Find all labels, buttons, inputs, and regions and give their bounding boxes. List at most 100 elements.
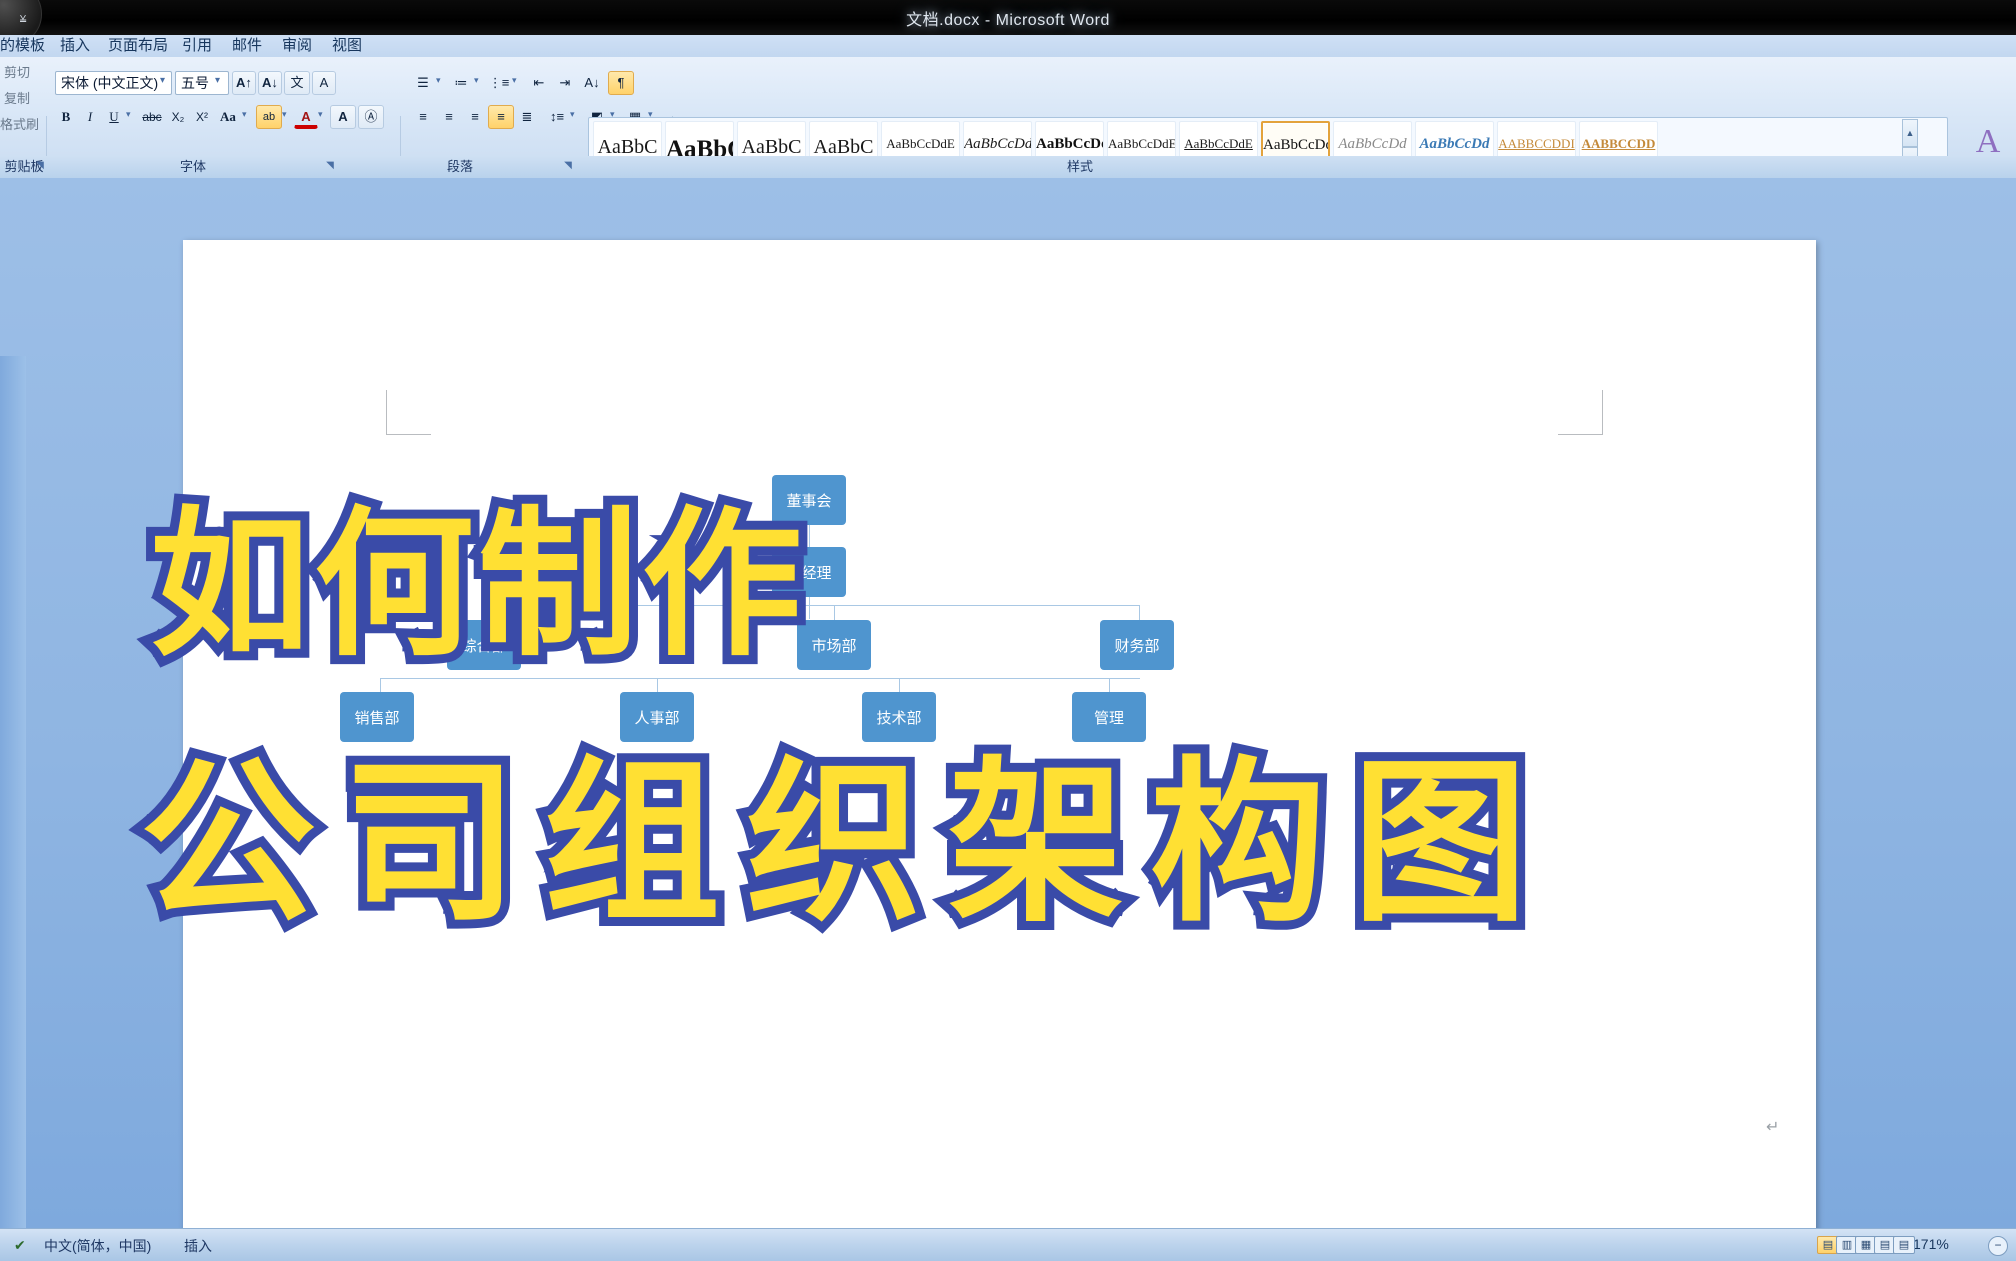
font-color-icon[interactable]: A bbox=[294, 105, 318, 129]
style-preview-7: AaBbCcDdE bbox=[1108, 136, 1175, 151]
numbering-icon[interactable]: ≔ bbox=[448, 71, 474, 95]
org-connector-5 bbox=[1139, 605, 1140, 620]
italic-button[interactable]: I bbox=[78, 105, 102, 129]
clear-formatting-icon[interactable]: A bbox=[312, 71, 336, 95]
bullets-icon[interactable]: ☰ bbox=[410, 71, 436, 95]
font-size-box[interactable]: 五号 bbox=[175, 71, 229, 95]
copy-button[interactable]: 复制 bbox=[4, 88, 30, 107]
margin-mark-top-right bbox=[1558, 390, 1603, 435]
enclose-character-icon[interactable]: Ⓐ bbox=[358, 105, 384, 129]
org-node-5[interactable]: 销售部 bbox=[340, 692, 414, 742]
subscript-button[interactable]: X₂ bbox=[166, 105, 190, 129]
style-preview-8: AaBbCcDdE bbox=[1184, 136, 1253, 151]
ribbon-tab-2[interactable]: 页面布局 bbox=[108, 35, 168, 57]
org-node-7[interactable]: 技术部 bbox=[862, 692, 936, 742]
zoom-out-button[interactable]: − bbox=[1988, 1236, 2008, 1256]
ribbon-tab-bar: 的模板 插入 页面布局 引用 邮件 审阅 视图 bbox=[0, 35, 2016, 58]
org-connector-2 bbox=[484, 605, 1140, 606]
justify-icon[interactable]: ≡ bbox=[488, 105, 514, 129]
chevron-down-icon[interactable]: ▾ bbox=[318, 109, 323, 120]
chevron-down-icon[interactable]: ▾ bbox=[474, 75, 479, 86]
draft-view-icon[interactable]: ▤ bbox=[1893, 1236, 1915, 1254]
org-node-0[interactable]: 董事会 bbox=[772, 475, 846, 525]
ribbon-tab-6[interactable]: 视图 bbox=[332, 35, 362, 57]
style-preview-11: AaBbCcDd bbox=[1419, 136, 1490, 152]
chevron-down-icon[interactable]: ▾ bbox=[570, 109, 575, 120]
decrease-indent-icon[interactable]: ⇤ bbox=[526, 71, 552, 95]
org-node-4[interactable]: 财务部 bbox=[1100, 620, 1174, 670]
line-spacing-icon[interactable]: ↕≡ bbox=[544, 105, 570, 129]
format-painter-button[interactable]: 格式刷 bbox=[0, 114, 39, 133]
ribbon-tab-3[interactable]: 引用 bbox=[182, 35, 212, 57]
dialog-launcher-2[interactable]: ◥ bbox=[562, 160, 574, 172]
align-left-icon[interactable]: ≡ bbox=[410, 105, 436, 129]
language-indicator[interactable]: 中文(简体，中国) bbox=[44, 1236, 151, 1256]
org-node-6[interactable]: 人事部 bbox=[620, 692, 694, 742]
chevron-down-icon[interactable]: ▾ bbox=[160, 75, 165, 86]
style-preview-5: AaBbCcDd bbox=[964, 136, 1031, 152]
org-connector-1 bbox=[809, 597, 810, 619]
style-preview-9: AaBbCcDd bbox=[1263, 137, 1328, 153]
ribbon-tab-0[interactable]: 的模板 bbox=[0, 35, 45, 57]
text-highlight-icon[interactable]: ab bbox=[256, 105, 282, 129]
zoom-level-label: 171% bbox=[1913, 1236, 1949, 1252]
org-connector-9 bbox=[899, 678, 900, 692]
grow-font-icon[interactable]: A↑ bbox=[232, 71, 256, 95]
scroll-up-icon[interactable]: ▲ bbox=[1902, 119, 1918, 147]
ribbon-tab-4[interactable]: 邮件 bbox=[232, 35, 262, 57]
align-right-icon[interactable]: ≡ bbox=[462, 105, 488, 129]
text-effects-button[interactable]: A bbox=[330, 105, 356, 129]
ribbon: 剪切 复制 格式刷 宋体 (中文正文) ▾ 五号 ▾ A↑ A↓ 文 A B I… bbox=[0, 57, 2016, 211]
spell-check-icon[interactable]: ✔ bbox=[14, 1237, 36, 1253]
org-connector-4 bbox=[834, 605, 835, 620]
title-bar: ⩣ 文档.docx - Microsoft Word bbox=[0, 0, 2016, 46]
org-connector-10 bbox=[1109, 678, 1110, 692]
window-title: 文档.docx - Microsoft Word bbox=[906, 12, 1110, 29]
show-paragraph-marks-icon[interactable]: ¶ bbox=[608, 71, 634, 95]
align-center-icon[interactable]: ≡ bbox=[436, 105, 462, 129]
strikethrough-button[interactable]: abc bbox=[138, 105, 166, 129]
chevron-down-icon[interactable]: ▾ bbox=[436, 75, 441, 86]
org-node-3[interactable]: 市场部 bbox=[797, 620, 871, 670]
document-page[interactable]: 董事会总经理综合部 市场部 财务部销售部 人事部 技术部 管理 ↵ bbox=[183, 240, 1816, 1228]
chevron-down-icon[interactable]: ▾ bbox=[282, 109, 287, 120]
insert-mode-indicator[interactable]: 插入 bbox=[184, 1236, 212, 1256]
document-area[interactable]: 董事会总经理综合部 市场部 财务部销售部 人事部 技术部 管理 ↵ bbox=[0, 178, 2016, 1228]
style-preview-4: AaBbCcDdE bbox=[886, 136, 955, 151]
bold-button[interactable]: B bbox=[54, 105, 78, 129]
distribute-icon[interactable]: ≣ bbox=[514, 105, 540, 129]
style-preview-13: AABBCCDD bbox=[1581, 136, 1656, 151]
shrink-font-icon[interactable]: A↓ bbox=[258, 71, 282, 95]
org-node-2[interactable]: 综合部 bbox=[447, 620, 521, 670]
chevron-down-icon[interactable]: ▾ bbox=[126, 109, 131, 120]
font-name-box[interactable]: 宋体 (中文正文) bbox=[55, 71, 172, 95]
org-node-8[interactable]: 管理 bbox=[1072, 692, 1146, 742]
ribbon-group-label-1: 字体 bbox=[179, 159, 206, 174]
ribbon-tab-1[interactable]: 插入 bbox=[60, 35, 90, 57]
chevron-down-icon[interactable]: ▾ bbox=[215, 75, 220, 86]
sort-icon[interactable]: A↓ bbox=[578, 71, 606, 95]
dialog-launcher-1[interactable]: ◥ bbox=[324, 160, 336, 172]
paragraph-mark: ↵ bbox=[1766, 1119, 1780, 1136]
ribbon-group-label-2: 段落 bbox=[446, 159, 473, 174]
phonetic-guide-icon[interactable]: 文 bbox=[284, 71, 310, 95]
dialog-launcher-0[interactable]: ◥ bbox=[34, 160, 46, 172]
style-preview-6: AaBbCcDd bbox=[1036, 136, 1103, 152]
org-node-1[interactable]: 总经理 bbox=[772, 547, 846, 597]
left-margin-strip bbox=[0, 356, 26, 1228]
margin-mark-top-left bbox=[386, 390, 431, 435]
style-preview-12: AABBCCDDI bbox=[1498, 136, 1575, 151]
ribbon-tab-5[interactable]: 审阅 bbox=[282, 35, 312, 57]
org-connector-3 bbox=[484, 605, 485, 620]
superscript-button[interactable]: X² bbox=[190, 105, 214, 129]
org-connector-7 bbox=[380, 678, 381, 692]
chevron-down-icon[interactable]: ▾ bbox=[242, 109, 247, 120]
multilevel-list-icon[interactable]: ⋮≡ bbox=[486, 71, 512, 95]
ribbon-group-label-bar: 剪贴板 字体 段落 样式 bbox=[0, 156, 2016, 179]
style-preview-10: AaBbCcDd bbox=[1338, 136, 1407, 152]
change-case-button[interactable]: Aa bbox=[214, 105, 242, 129]
cut-button[interactable]: 剪切 bbox=[4, 62, 30, 81]
chevron-down-icon[interactable]: ▾ bbox=[512, 75, 517, 86]
increase-indent-icon[interactable]: ⇥ bbox=[552, 71, 578, 95]
underline-button[interactable]: U bbox=[102, 105, 126, 129]
